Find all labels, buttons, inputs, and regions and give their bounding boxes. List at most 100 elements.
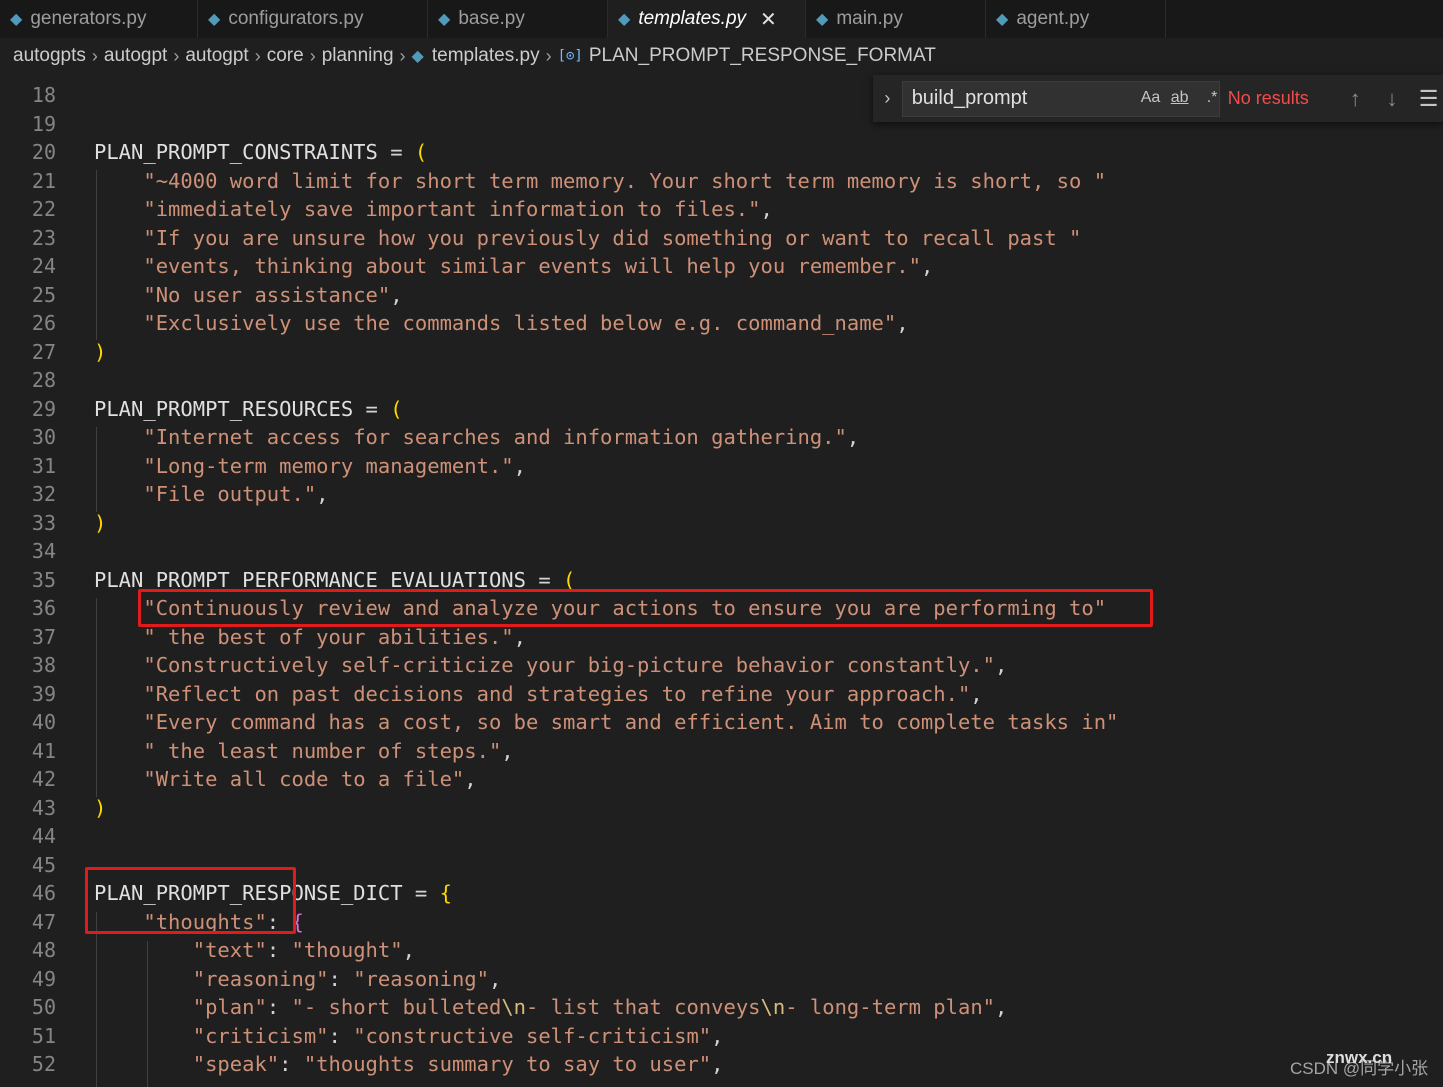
whole-word-icon[interactable]: ab: [1171, 89, 1189, 107]
code-editor[interactable]: 18 19 20 PLAN_PROMPT_CONSTRAINTS = (21 "~40…: [0, 75, 1443, 1087]
match-case-icon[interactable]: Aa: [1141, 89, 1161, 107]
code-line[interactable]: 49 "reasoning": "reasoning",: [0, 965, 1443, 993]
breadcrumb-item[interactable]: autogpts: [13, 45, 86, 67]
code-text[interactable]: "Every command has a cost, so be smart a…: [94, 708, 1118, 736]
code-text[interactable]: "speak": "thoughts summary to say to use…: [94, 1050, 724, 1078]
breadcrumb-item[interactable]: autogpt: [104, 45, 167, 67]
arrow-up-icon[interactable]: ↑: [1341, 86, 1370, 112]
breadcrumb-item[interactable]: templates.py: [432, 45, 540, 67]
code-text[interactable]: "Long-term memory management.",: [94, 452, 526, 480]
line-number[interactable]: 46: [0, 879, 56, 907]
code-text[interactable]: "text": "thought",: [94, 936, 415, 964]
code-text[interactable]: "immediately save important information …: [94, 195, 772, 223]
code-text[interactable]: ): [94, 338, 106, 366]
line-number[interactable]: 40: [0, 708, 56, 736]
code-text[interactable]: "~4000 word limit for short term memory.…: [94, 167, 1106, 195]
find-input[interactable]: build_prompt Aa ab .*: [901, 80, 1220, 117]
line-number[interactable]: 33: [0, 509, 56, 537]
code-line[interactable]: 40 "Every command has a cost, so be smar…: [0, 708, 1443, 736]
line-number[interactable]: 18: [0, 81, 56, 109]
line-number[interactable]: 24: [0, 252, 56, 280]
code-text[interactable]: "File output.",: [94, 480, 328, 508]
code-line[interactable]: 50 "plan": "- short bulleted\n- list tha…: [0, 993, 1443, 1021]
code-text[interactable]: "plan": "- short bulleted\n- list that c…: [94, 993, 1008, 1021]
code-text[interactable]: "Internet access for searches and inform…: [94, 423, 859, 451]
code-line[interactable]: 25 "No user assistance",: [0, 281, 1443, 309]
code-line[interactable]: 21 "~4000 word limit for short term memo…: [0, 167, 1443, 195]
line-number[interactable]: 29: [0, 395, 56, 423]
code-text[interactable]: ): [94, 509, 106, 537]
code-text[interactable]: "events, thinking about similar events w…: [94, 252, 933, 280]
code-line[interactable]: 20 PLAN_PROMPT_CONSTRAINTS = (: [0, 138, 1443, 166]
line-number[interactable]: 20: [0, 138, 56, 166]
menu-icon[interactable]: ☰: [1414, 86, 1443, 112]
code-text[interactable]: "No user assistance",: [94, 281, 402, 309]
line-number[interactable]: 26: [0, 309, 56, 337]
code-text[interactable]: ): [94, 794, 106, 822]
line-number[interactable]: 23: [0, 224, 56, 252]
code-text[interactable]: "reasoning": "reasoning",: [94, 965, 502, 993]
line-number[interactable]: 35: [0, 566, 56, 594]
arrow-down-icon[interactable]: ↓: [1378, 86, 1407, 112]
code-line[interactable]: 23 "If you are unsure how you previously…: [0, 224, 1443, 252]
line-number[interactable]: 43: [0, 794, 56, 822]
line-number[interactable]: 37: [0, 623, 56, 651]
code-text[interactable]: " the least number of steps.",: [94, 737, 513, 765]
line-number[interactable]: 32: [0, 480, 56, 508]
code-text[interactable]: "If you are unsure how you previously di…: [94, 224, 1081, 252]
line-number[interactable]: 34: [0, 537, 56, 565]
line-number[interactable]: 51: [0, 1022, 56, 1050]
tab-templates[interactable]: ◆ templates.py ✕: [608, 0, 806, 38]
code-text[interactable]: "criticism": "constructive self-criticis…: [94, 1022, 724, 1050]
line-number[interactable]: 42: [0, 765, 56, 793]
breadcrumb-item[interactable]: PLAN_PROMPT_RESPONSE_FORMAT: [589, 45, 936, 67]
line-number[interactable]: 31: [0, 452, 56, 480]
code-line[interactable]: 31 "Long-term memory management.",: [0, 452, 1443, 480]
code-line[interactable]: 32 "File output.",: [0, 480, 1443, 508]
tab-generators[interactable]: ◆ generators.py: [0, 0, 198, 38]
code-line[interactable]: 43): [0, 794, 1443, 822]
breadcrumb-item[interactable]: autogpt: [185, 45, 248, 67]
code-line[interactable]: 28: [0, 366, 1443, 394]
line-number[interactable]: 25: [0, 281, 56, 309]
code-text[interactable]: "Write all code to a file",: [94, 765, 476, 793]
code-line[interactable]: 51 "criticism": "constructive self-criti…: [0, 1022, 1443, 1050]
line-number[interactable]: 36: [0, 594, 56, 622]
line-number[interactable]: 28: [0, 366, 56, 394]
chevron-right-icon[interactable]: ›: [873, 88, 902, 109]
line-number[interactable]: 47: [0, 908, 56, 936]
code-line[interactable]: 24 "events, thinking about similar event…: [0, 252, 1443, 280]
line-number[interactable]: 30: [0, 423, 56, 451]
line-number[interactable]: 44: [0, 822, 56, 850]
line-number[interactable]: 22: [0, 195, 56, 223]
code-text[interactable]: PLAN_PROMPT_RESOURCES = (: [94, 395, 403, 423]
line-number[interactable]: 48: [0, 936, 56, 964]
tab-agent[interactable]: ◆ agent.py: [986, 0, 1166, 38]
line-number[interactable]: 39: [0, 680, 56, 708]
code-line[interactable]: 39 "Reflect on past decisions and strate…: [0, 680, 1443, 708]
code-line[interactable]: 26 "Exclusively use the commands listed …: [0, 309, 1443, 337]
line-number[interactable]: 21: [0, 167, 56, 195]
code-line[interactable]: 44: [0, 822, 1443, 850]
code-line[interactable]: 42 "Write all code to a file",: [0, 765, 1443, 793]
code-line[interactable]: 22 "immediately save important informati…: [0, 195, 1443, 223]
tab-configurators[interactable]: ◆ configurators.py: [198, 0, 428, 38]
code-line[interactable]: 27): [0, 338, 1443, 366]
code-text[interactable]: "Exclusively use the commands listed bel…: [94, 309, 908, 337]
line-number[interactable]: 27: [0, 338, 56, 366]
line-number[interactable]: 41: [0, 737, 56, 765]
code-line[interactable]: 33): [0, 509, 1443, 537]
code-line[interactable]: 48 "text": "thought",: [0, 936, 1443, 964]
close-icon[interactable]: ✕: [760, 7, 777, 32]
code-line[interactable]: 52 "speak": "thoughts summary to say to …: [0, 1050, 1443, 1078]
tab-base[interactable]: ◆ base.py: [428, 0, 608, 38]
code-line[interactable]: 41 " the least number of steps.",: [0, 737, 1443, 765]
tab-main[interactable]: ◆ main.py: [806, 0, 986, 38]
code-line[interactable]: 34: [0, 537, 1443, 565]
code-text[interactable]: PLAN_PROMPT_CONSTRAINTS = (: [94, 138, 427, 166]
code-line[interactable]: 38 "Constructively self-criticize your b…: [0, 651, 1443, 679]
breadcrumb-item[interactable]: core: [267, 45, 304, 67]
code-line[interactable]: 30 "Internet access for searches and inf…: [0, 423, 1443, 451]
line-number[interactable]: 52: [0, 1050, 56, 1078]
regex-icon[interactable]: .*: [1207, 89, 1218, 107]
